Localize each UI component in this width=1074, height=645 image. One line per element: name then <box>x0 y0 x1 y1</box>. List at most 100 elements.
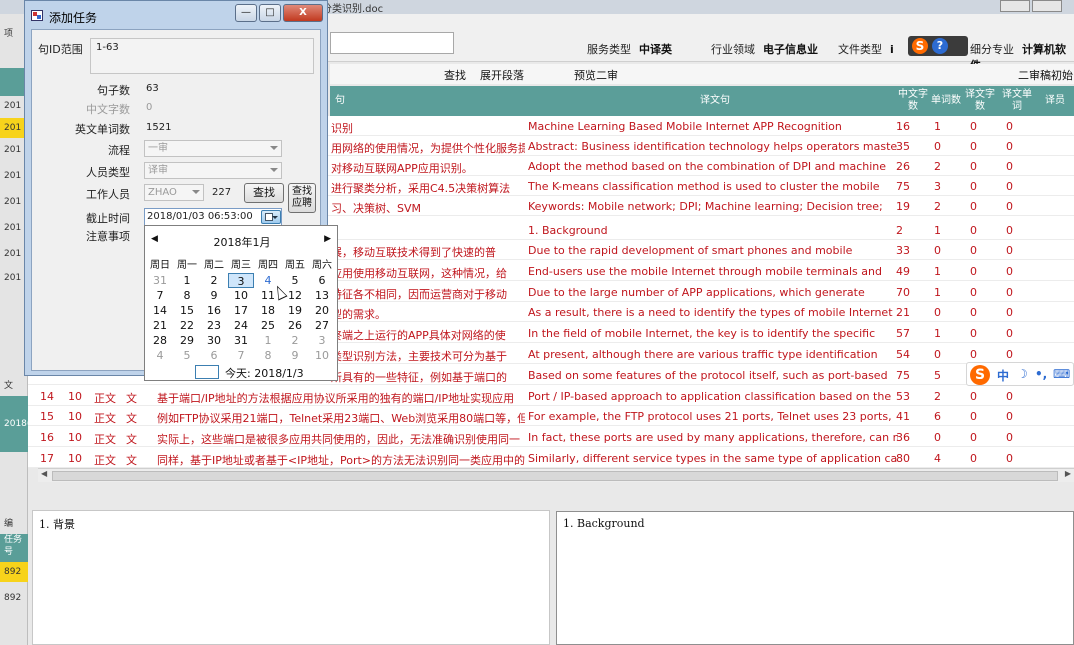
table-row[interactable]: 16 10 正文 文 实际上，这些端口是被很多应用共同使用的，因此，无法准确识别… <box>28 427 1074 447</box>
moon-icon[interactable]: ☽ <box>1017 367 1028 381</box>
bg-minimize-button[interactable] <box>1000 0 1030 12</box>
calendar-day[interactable]: 19 <box>282 303 308 318</box>
grid-horizontal-scrollbar[interactable]: ◀ ▶ <box>38 468 1074 482</box>
today-link[interactable]: 今天: 2018/1/3 <box>225 365 304 381</box>
calendar-day[interactable]: 31 <box>147 273 173 288</box>
strip-date-cell[interactable]: 2018( <box>0 396 28 452</box>
worker-select[interactable]: ZHAO <box>144 184 204 201</box>
calendar-day[interactable]: 7 <box>228 348 254 363</box>
process-select[interactable]: 一审 <box>144 140 282 157</box>
calendar-day[interactable]: 10 <box>309 348 335 363</box>
table-row[interactable]: 14 10 正文 文 基于端口/IP地址的方法根据应用协议所采用的独有的端口/I… <box>28 386 1074 406</box>
toolbar-search-input[interactable] <box>330 32 454 54</box>
calendar-day[interactable]: 7 <box>147 288 173 303</box>
calendar-day[interactable]: 6 <box>309 273 335 288</box>
second-review-draft-link[interactable]: 二审稿初始 <box>1018 67 1073 83</box>
sogou-logo-icon[interactable]: S <box>970 365 990 385</box>
calendar-day[interactable]: 9 <box>201 288 227 303</box>
ime-language-toggle[interactable]: 中 <box>997 367 1009 384</box>
calendar-day[interactable]: 26 <box>282 318 308 333</box>
source-cell: 例如FTP协议采用21端口，Telnet采用23端口、Web浏览采用80端口等，… <box>157 412 525 425</box>
range-field[interactable]: 1-63 <box>90 38 314 74</box>
source-cell: 型的需求。 <box>331 308 386 321</box>
calendar-day[interactable]: 23 <box>201 318 227 333</box>
preview-second-review-link[interactable]: 预览二审 <box>574 67 618 83</box>
calendar-day[interactable]: 8 <box>255 348 281 363</box>
tag-cell: 文 <box>126 412 137 425</box>
calendar-day[interactable]: 2 <box>282 333 308 348</box>
calendar-day[interactable]: 5 <box>174 348 200 363</box>
header-cn-chars[interactable]: 中文字数 <box>898 86 928 116</box>
maximize-button[interactable]: □ <box>259 4 281 22</box>
strip-task-item[interactable]: 892 <box>0 588 28 608</box>
calendar-day[interactable]: 16 <box>201 303 227 318</box>
notes-label: 注意事项 <box>86 230 130 243</box>
industry-value: 电子信息业 <box>763 43 818 56</box>
calendar-day[interactable]: 27 <box>309 318 335 333</box>
scroll-left-icon[interactable]: ◀ <box>41 469 47 478</box>
bg-maximize-button[interactable] <box>1032 0 1062 12</box>
calendar-day[interactable]: 31 <box>228 333 254 348</box>
calendar-day[interactable]: 28 <box>147 333 173 348</box>
minimize-button[interactable]: — <box>235 4 257 22</box>
calendar-day[interactable]: 3 <box>309 333 335 348</box>
scroll-right-icon[interactable]: ▶ <box>1065 469 1071 478</box>
calendar-day[interactable]: 13 <box>309 288 335 303</box>
pane-splitter[interactable] <box>38 488 1074 504</box>
scrollbar-thumb[interactable] <box>52 471 1058 481</box>
calendar-day[interactable]: 22 <box>174 318 200 333</box>
target-editor-pane[interactable]: 1. Background <box>556 511 1074 645</box>
header-source[interactable]: 句 <box>330 86 350 116</box>
strip-tab[interactable]: 文 <box>0 376 28 396</box>
strip-task-item[interactable]: 892 <box>0 562 28 582</box>
punctuation-icon[interactable]: •, <box>1035 367 1047 381</box>
calendar-day[interactable]: 1 <box>174 273 200 288</box>
ime-toolbar[interactable]: S ? <box>908 36 968 56</box>
table-row[interactable]: 15 10 正文 文 例如FTP协议采用21端口，Telnet采用23端口、We… <box>28 406 1074 426</box>
help-icon[interactable]: ? <box>932 38 948 54</box>
source-editor-pane[interactable]: 1. 背景 <box>32 510 550 645</box>
calendar-day[interactable]: 10 <box>228 288 254 303</box>
header-translator[interactable]: 译员 <box>1038 86 1072 116</box>
expand-paragraph-link[interactable]: 展开段落 <box>480 67 524 83</box>
calendar-day[interactable]: 30 <box>201 333 227 348</box>
calendar-day[interactable]: 25 <box>255 318 281 333</box>
calendar-day[interactable]: 5 <box>282 273 308 288</box>
header-target[interactable]: 译文句 <box>530 86 900 116</box>
sogou-logo-icon[interactable]: S <box>912 38 928 54</box>
calendar-day-selected[interactable]: 3 <box>228 273 254 288</box>
calendar-day[interactable]: 24 <box>228 318 254 333</box>
deadline-label: 截止时间 <box>86 212 130 225</box>
calendar-day[interactable]: 1 <box>255 333 281 348</box>
close-button[interactable]: X <box>283 4 323 22</box>
find-link[interactable]: 查找 <box>444 67 466 83</box>
calendar-dropdown-button[interactable] <box>261 210 281 224</box>
deadline-datetime-picker[interactable]: 2018/01/03 06:53:00 <box>144 208 282 226</box>
calendar-day[interactable]: 4 <box>147 348 173 363</box>
calendar-day[interactable]: 14 <box>147 303 173 318</box>
calendar-day[interactable]: 15 <box>174 303 200 318</box>
header-word-count[interactable]: 单词数 <box>930 86 962 116</box>
today-marker[interactable] <box>195 365 219 379</box>
dialog-titlebar[interactable]: 添加任务 — □ X <box>25 1 327 29</box>
header-translated-words[interactable]: 译文单词 <box>1000 86 1034 116</box>
calendar-day[interactable]: 8 <box>174 288 200 303</box>
calendar-day[interactable]: 6 <box>201 348 227 363</box>
calendar-day[interactable]: 17 <box>228 303 254 318</box>
header-translated-chars[interactable]: 译文字数 <box>964 86 996 116</box>
calendar-day[interactable]: 2 <box>201 273 227 288</box>
calendar-day[interactable]: 20 <box>309 303 335 318</box>
ime-status-bar[interactable]: S 中 ☽ •, ⌨ <box>966 362 1074 386</box>
keyboard-icon[interactable]: ⌨ <box>1053 367 1070 381</box>
calendar-month-title[interactable]: 2018年1月 <box>145 234 339 250</box>
staff-type-select[interactable]: 译审 <box>144 162 282 179</box>
calendar-day[interactable]: 21 <box>147 318 173 333</box>
calendar-day[interactable]: 29 <box>174 333 200 348</box>
find-button[interactable]: 查找 <box>244 183 284 203</box>
calendar-day[interactable]: 18 <box>255 303 281 318</box>
table-row[interactable]: 17 10 正文 文 同样，基于IP地址或者基于<IP地址，Port>的方法无法… <box>28 448 1074 468</box>
calendar-day[interactable]: 9 <box>282 348 308 363</box>
strip-tab[interactable]: 编 <box>0 514 28 534</box>
find-apply-button[interactable]: 查找 应聘 <box>288 183 316 213</box>
next-month-icon[interactable]: ▶ <box>324 234 331 244</box>
